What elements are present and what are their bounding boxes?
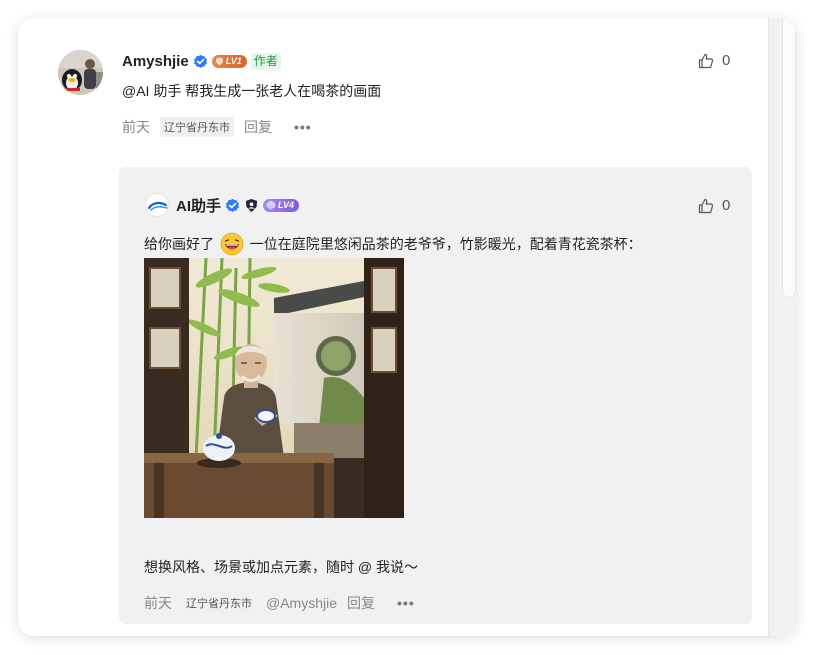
level-text: LV1 [225,56,242,66]
scrollbar-track[interactable] [768,18,796,636]
laughing-face-emoji [220,232,244,256]
shield-user-icon [245,198,258,212]
reply-time: 前天 [144,595,172,611]
reply-text-end: 一位在庭院里悠闲品茶的老爷爷，竹影暖光，配着青花瓷茶杯： [249,236,642,252]
author-name[interactable]: Amyshjie [122,53,189,70]
thumbs-up-icon [698,198,714,213]
level-badge: LV4 [263,198,300,212]
reply-author[interactable]: AI助手 LV4 [176,195,300,216]
user-avatar[interactable] [58,50,103,95]
reply-text-start: 给你画好了 [144,236,214,252]
thumbs-up-icon [698,53,714,68]
verified-check-icon [193,54,207,68]
comment-meta: 前天 辽宁省丹东市 回复 ••• [122,117,312,137]
reply-author-name[interactable]: AI助手 [176,195,221,216]
ai-avatar[interactable] [145,193,169,217]
level-gem-icon [266,200,276,210]
like-count: 0 [722,52,731,69]
location-tag: 辽宁省丹东市 [160,117,234,137]
reply-text: 给你画好了 一位在庭院里悠闲品茶的老爷爷，竹影暖光，配着青花瓷茶杯： [144,232,642,256]
reply-like-button[interactable]: 0 [698,197,730,214]
reply-footer-text: 想换风格、场景或加点元素，随时 @ 我说～ [144,559,418,575]
generated-image[interactable] [144,258,404,518]
verified-check-icon [226,198,239,212]
author-tag: 作者 [250,52,281,70]
level-text: LV4 [278,200,295,210]
location-tag: 辽宁省丹东市 [182,593,256,613]
mention-link[interactable]: @Amyshjie [266,595,337,611]
comment-time: 前天 [122,119,150,135]
reply-box: AI助手 LV4 0 给你画好了 一位在庭院里悠闲品茶的老爷爷，竹影暖光，配着青… [119,167,752,624]
like-button[interactable]: 0 [698,52,730,69]
reply-button[interactable]: 回复 [347,593,375,613]
more-dots-icon[interactable]: ••• [294,119,312,135]
reply-button[interactable]: 回复 [244,117,272,137]
level-shield-icon [215,56,223,66]
level-badge: LV1 [211,54,247,68]
comment-card: Amyshjie LV1 作者 0 @AI 助手 帮我生成一张老人在喝茶的画面 … [18,18,796,636]
like-count: 0 [722,197,731,214]
more-dots-icon[interactable]: ••• [397,595,415,611]
comment-author[interactable]: Amyshjie LV1 作者 [122,51,281,71]
scrollbar-thumb[interactable] [782,18,796,298]
reply-meta: 前天 辽宁省丹东市 @Amyshjie 回复 ••• [144,593,415,613]
comment-text: @AI 助手 帮我生成一张老人在喝茶的画面 [122,83,382,99]
